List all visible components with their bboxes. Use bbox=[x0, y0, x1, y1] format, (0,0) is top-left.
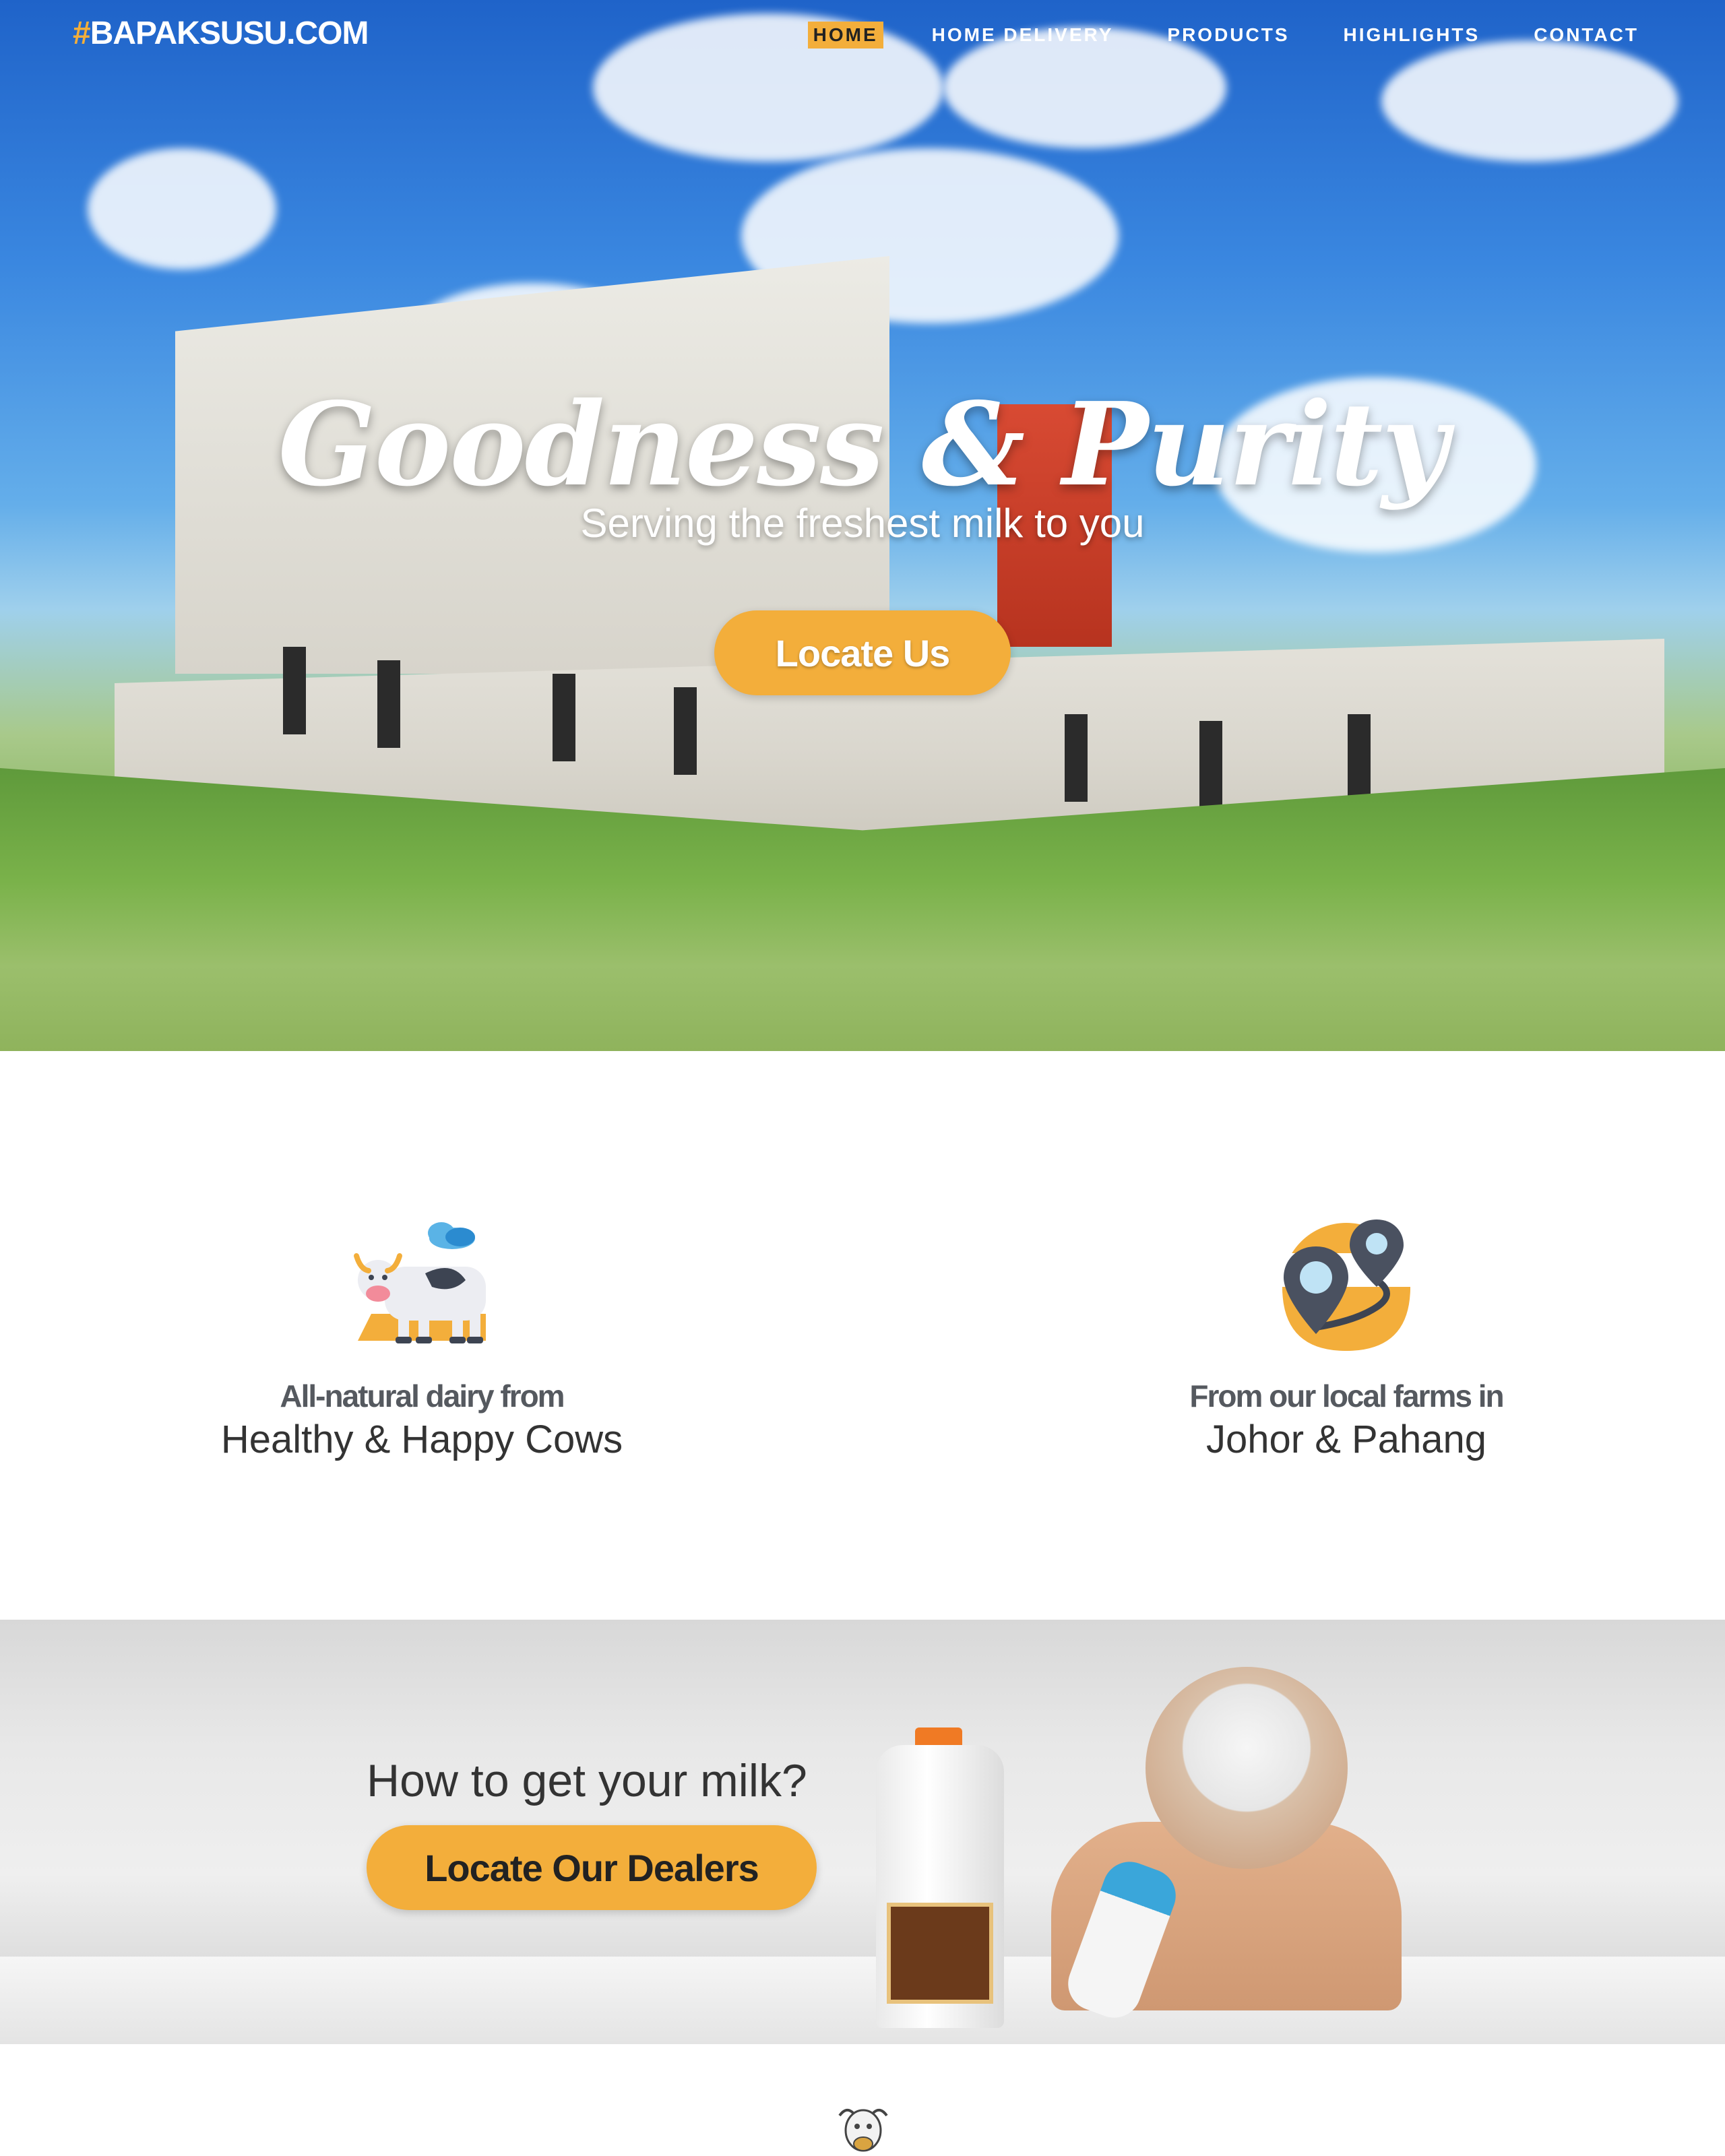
milk-dealers-banner: How to get your milk? Locate Our Dealers bbox=[0, 1620, 1725, 2044]
hero-title: Goodness & Purity bbox=[278, 377, 1449, 512]
feature-main: Johor & Pahang bbox=[1206, 1418, 1486, 1461]
factory-window bbox=[1199, 721, 1222, 808]
site-logo[interactable]: #BAPAKSUSU.COM bbox=[73, 15, 369, 52]
nav-home-delivery[interactable]: HOME DELIVERY bbox=[927, 22, 1119, 49]
factory-window bbox=[553, 674, 575, 761]
nav-highlights[interactable]: HIGHLIGHTS bbox=[1338, 22, 1486, 49]
feature-local-farms: From our local farms in Johor & Pahang bbox=[1043, 1213, 1650, 1462]
locate-us-button[interactable]: Locate Us bbox=[714, 610, 1011, 695]
factory-window bbox=[283, 647, 306, 734]
nav-products[interactable]: PRODUCTS bbox=[1162, 22, 1294, 49]
factory-window bbox=[1065, 714, 1088, 802]
cloud bbox=[88, 148, 276, 270]
feature-lead: From our local farms in bbox=[1189, 1378, 1504, 1414]
feature-lead: All-natural dairy from bbox=[280, 1378, 565, 1414]
cloud bbox=[1381, 40, 1678, 162]
how-to-get-milk-heading: How to get your milk? bbox=[367, 1755, 807, 1806]
locate-dealers-button[interactable]: Locate Our Dealers bbox=[367, 1825, 817, 1910]
milk-bottle-label bbox=[887, 1903, 993, 2004]
map-pin-icon bbox=[1282, 1219, 1410, 1351]
cow-icon bbox=[354, 1222, 486, 1343]
factory-window bbox=[377, 660, 400, 748]
hero-banner: #BAPAKSUSU.COM HOME HOME DELIVERY PRODUC… bbox=[0, 0, 1725, 1051]
nav-contact[interactable]: CONTACT bbox=[1528, 22, 1644, 49]
main-nav: HOME HOME DELIVERY PRODUCTS HIGHLIGHTS C… bbox=[765, 22, 1644, 49]
feature-main: Healthy & Happy Cows bbox=[220, 1418, 623, 1461]
cow-head-logo-icon bbox=[838, 2108, 888, 2152]
feature-healthy-cows: All-natural dairy from Healthy & Happy C… bbox=[119, 1213, 725, 1462]
nav-home[interactable]: HOME bbox=[807, 22, 883, 49]
factory-window bbox=[674, 687, 697, 775]
factory-window bbox=[1348, 714, 1371, 802]
bathtub-edge bbox=[0, 1957, 1725, 2044]
baby-head bbox=[1146, 1667, 1348, 1869]
hero-subtitle: Serving the freshest milk to you bbox=[580, 501, 1145, 546]
